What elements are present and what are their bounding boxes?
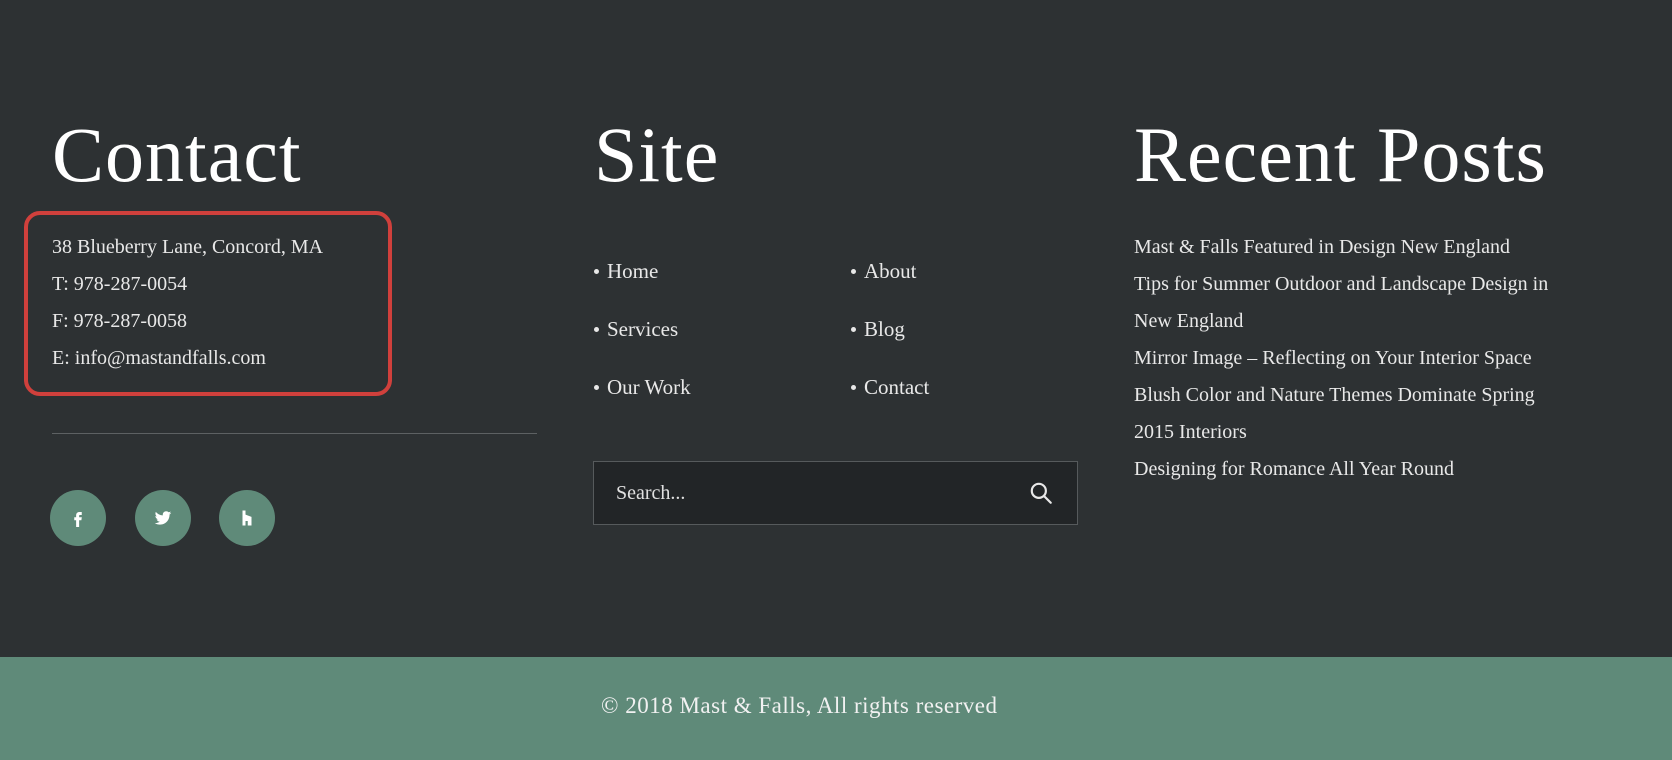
copyright-text: © 2018 Mast & Falls, All rights reserved — [601, 693, 998, 718]
recent-posts-heading: Recent Posts — [1134, 111, 1547, 198]
post-link[interactable]: New England — [1134, 311, 1243, 331]
nav-our-work-label: Our Work — [607, 375, 691, 399]
contact-heading: Contact — [52, 111, 302, 198]
post-link[interactable]: 2015 Interiors — [1134, 422, 1247, 442]
nav-about-label: About — [864, 259, 917, 283]
nav-home-link[interactable]: Home — [594, 261, 658, 282]
contact-divider — [52, 433, 537, 434]
facebook-button[interactable] — [50, 490, 106, 546]
search-icon[interactable] — [1028, 480, 1054, 506]
houzz-button[interactable] — [219, 490, 275, 546]
post-link[interactable]: Mirror Image – Reflecting on Your Interi… — [1134, 348, 1532, 368]
nav-blog-link[interactable]: Blog — [851, 319, 905, 340]
bullet — [851, 385, 856, 390]
post-link[interactable]: Designing for Romance All Year Round — [1134, 459, 1454, 479]
nav-home-label: Home — [607, 259, 659, 283]
footer-main: Contact 38 Blueberry Lane, Concord, MA T… — [0, 0, 1672, 657]
contact-phone[interactable]: T: 978-287-0054 — [52, 274, 187, 294]
twitter-icon — [154, 511, 172, 525]
nav-services-label: Services — [607, 317, 679, 341]
search-box — [593, 461, 1078, 525]
twitter-button[interactable] — [135, 490, 191, 546]
bullet — [851, 269, 856, 274]
bullet — [594, 385, 599, 390]
nav-contact-label: Contact — [864, 375, 930, 399]
nav-contact-link[interactable]: Contact — [851, 377, 929, 398]
houzz-icon — [242, 510, 252, 526]
nav-about-link[interactable]: About — [851, 261, 917, 282]
nav-services-link[interactable]: Services — [594, 319, 678, 340]
nav-blog-label: Blog — [864, 317, 905, 341]
facebook-icon — [74, 512, 82, 527]
post-link[interactable]: Tips for Summer Outdoor and Landscape De… — [1134, 274, 1548, 294]
contact-fax: F: 978-287-0058 — [52, 310, 187, 332]
bullet — [594, 269, 599, 274]
contact-address: 38 Blueberry Lane, Concord, MA — [52, 236, 324, 258]
post-link[interactable]: Mast & Falls Featured in Design New Engl… — [1134, 237, 1510, 257]
contact-email[interactable]: E: info@mastandfalls.com — [52, 348, 266, 368]
site-heading: Site — [594, 111, 720, 198]
post-link[interactable]: Blush Color and Nature Themes Dominate S… — [1134, 385, 1535, 405]
search-input[interactable] — [616, 462, 996, 524]
bullet — [594, 327, 599, 332]
bullet — [851, 327, 856, 332]
nav-our-work-link[interactable]: Our Work — [594, 377, 691, 398]
